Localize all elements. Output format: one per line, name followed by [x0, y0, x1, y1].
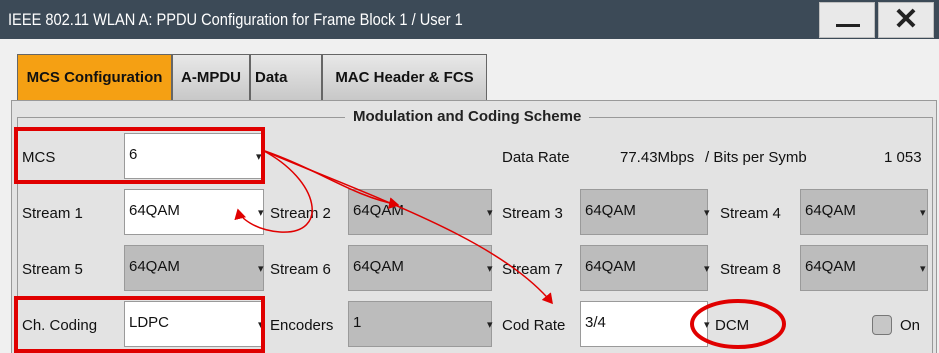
dcm-highlight-ellipse	[690, 299, 786, 349]
annotation-arrows	[234, 149, 786, 349]
mcs-to-stream-arrow	[234, 149, 313, 233]
